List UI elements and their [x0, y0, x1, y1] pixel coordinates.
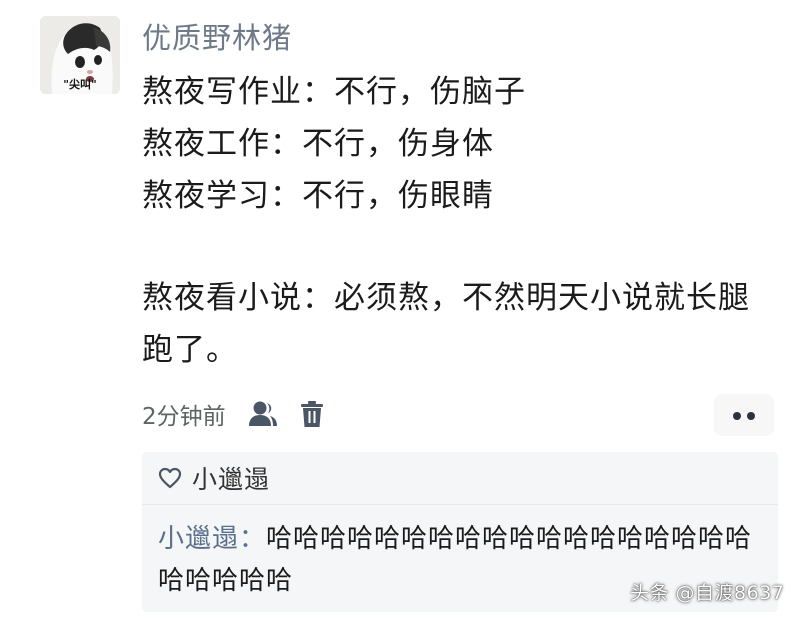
- post-line: 熬夜写作业：不行，伤脑子: [142, 74, 526, 110]
- user-icon[interactable]: [248, 400, 278, 428]
- post-line: 熬夜工作：不行，伤身体: [142, 126, 494, 162]
- post-line: 熬夜学习：不行，伤眼睛: [142, 178, 494, 214]
- heart-icon[interactable]: [158, 467, 182, 489]
- more-dots-icon: [731, 406, 757, 425]
- timestamp: 2分钟前: [142, 404, 226, 430]
- username[interactable]: 优质野林猪: [142, 18, 292, 58]
- likes-row: 小邋遢: [142, 452, 778, 505]
- post-line: 跑了。: [142, 332, 238, 368]
- watermark: 头条 @自渡8637: [630, 582, 785, 604]
- comment-card: "尖叫" 优质野林猪 熬夜写作业：不行，伤脑子 熬夜工作：不行，伤身体 熬夜学习…: [0, 0, 800, 618]
- post-meta: 2分钟前: [142, 394, 346, 434]
- post-line: 熬夜看小说：必须熬，不然明天小说就长腿: [142, 280, 750, 316]
- post-content: 熬夜写作业：不行，伤脑子 熬夜工作：不行，伤身体 熬夜学习：不行，伤眼睛 熬夜看…: [142, 66, 782, 376]
- reply-author[interactable]: 小邋遢：: [158, 524, 266, 554]
- more-options-button[interactable]: [714, 394, 774, 436]
- liker-name[interactable]: 小邋遢: [192, 460, 270, 496]
- trash-icon[interactable]: [300, 400, 324, 428]
- avatar-caption: "尖叫": [63, 78, 97, 91]
- avatar[interactable]: "尖叫": [40, 16, 120, 94]
